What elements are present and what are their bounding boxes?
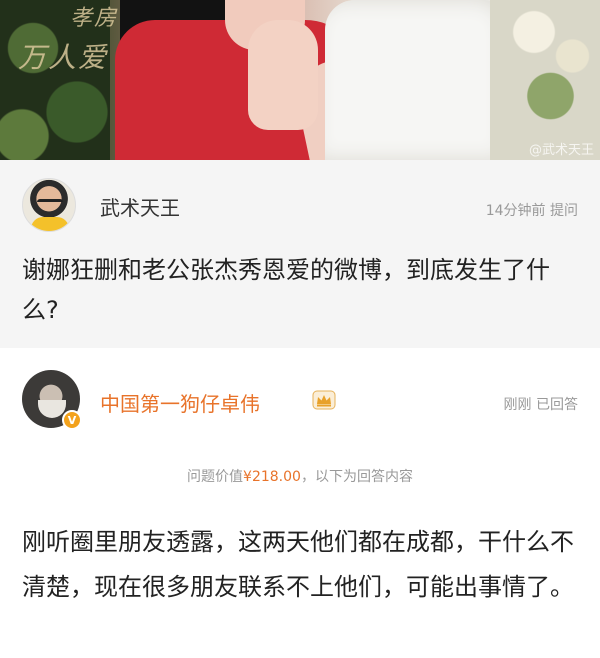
answerer-avatar[interactable]: V [22,370,82,430]
sign-bottom-text: 万人爱 [18,41,109,74]
post-photo[interactable]: 孝房子 万人爱 @武术天王 [0,0,600,160]
answer-text: 刚听圈里朋友透露，这两天他们都在成都，干什么不清楚，现在很多朋友联系不上他们，可… [22,528,574,601]
bounty-suffix: ，以下为回答内容 [300,469,413,485]
answerer-name[interactable]: 中国第一狗仔卓伟 [100,388,260,417]
flower-decoration [490,0,600,160]
question-meta: 14分钟前 提问 [486,200,578,220]
avatar-body [31,217,69,231]
verified-badge-icon: V [62,410,82,430]
question-time: 14分钟前 [485,203,546,219]
asker-avatar[interactable] [22,178,76,232]
answer-meta: 刚刚 已回答 [504,394,578,414]
question-action: 提问 [550,203,578,219]
crown-icon [312,390,336,410]
answer-card: V 中国第一狗仔卓伟 刚刚 已回答 问题价值¥218.00，以下为回答内容 刚听… [0,348,600,658]
answer-status: 已回答 [536,397,578,413]
clasped-hands [248,20,318,130]
bounty-price: ¥218.00 [243,469,301,485]
question-card: 武术天王 14分钟前 提问 谢娜狂删和老公张杰秀恩爱的微博，到底发生了什么? [0,160,600,348]
asker-name[interactable]: 武术天王 [100,192,180,221]
glasses-icon [37,199,63,205]
bounty-prefix: 问题价值 [187,469,244,485]
photo-watermark: @武术天王 [528,143,594,158]
bounty-line: 问题价值¥218.00，以下为回答内容 [0,466,600,486]
question-text: 谢娜狂删和老公张杰秀恩爱的微博，到底发生了什么? [22,256,550,324]
white-shirt [325,0,515,160]
answer-time: 刚刚 [503,397,532,413]
